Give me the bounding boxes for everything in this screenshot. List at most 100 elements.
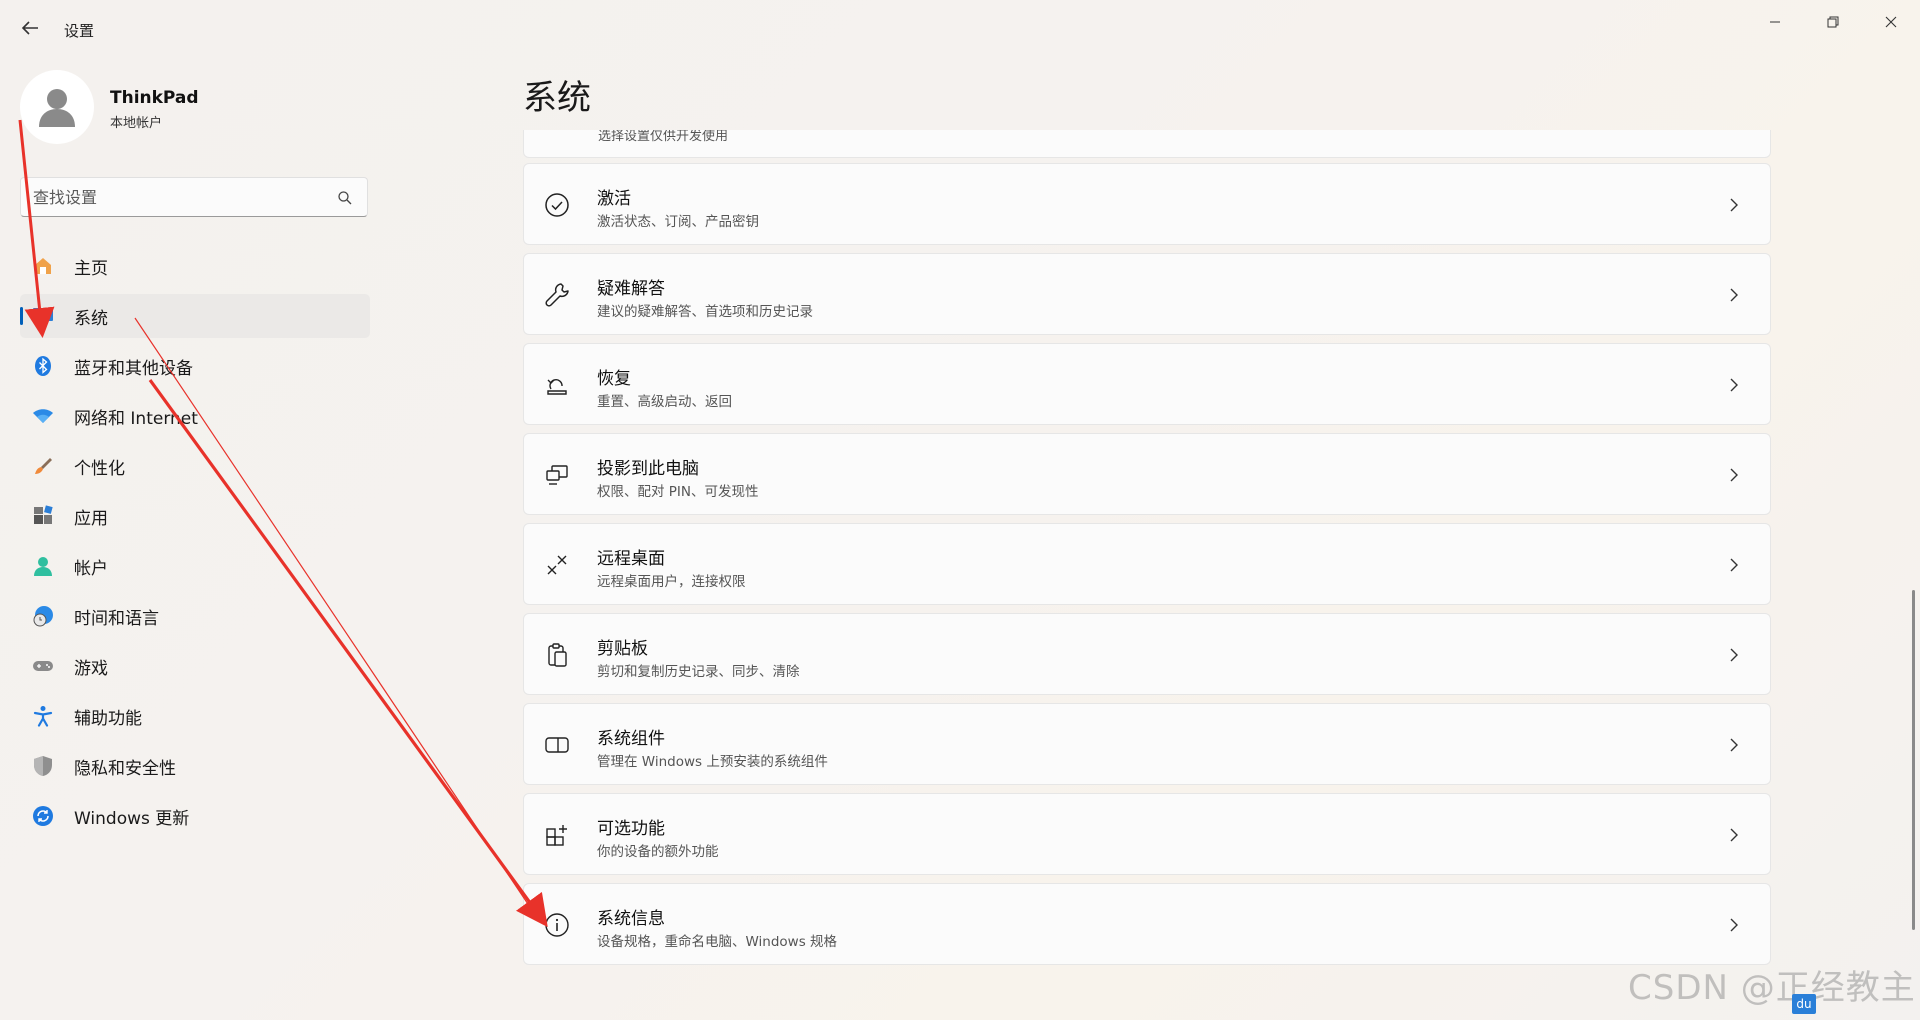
settings-card-project-to-pc[interactable]: 投影到此电脑 权限、配对 PIN、可发现性 bbox=[523, 433, 1771, 515]
sidebar-item-personalization[interactable]: 个性化 bbox=[20, 444, 370, 488]
check-circle-icon bbox=[545, 193, 569, 217]
sidebar-item-home[interactable]: 主页 bbox=[20, 244, 370, 288]
settings-card-remote-desktop[interactable]: 远程桌面 远程桌面用户，连接权限 bbox=[523, 523, 1771, 605]
apps-icon bbox=[32, 505, 54, 527]
globe-clock-icon bbox=[32, 605, 54, 627]
card-title: 投影到此电脑 bbox=[597, 459, 699, 479]
sidebar-item-network[interactable]: 网络和 Internet bbox=[20, 394, 370, 438]
project-icon bbox=[546, 465, 568, 485]
components-icon bbox=[545, 737, 569, 753]
account-icon bbox=[32, 555, 54, 577]
settings-list: 选择设置仅供开发使用 激活 激活状态、订阅、产品密钥 疑难解答 建议的疑难解答、… bbox=[523, 130, 1773, 1020]
card-subtitle: 权限、配对 PIN、可发现性 bbox=[597, 484, 759, 500]
card-title: 激活 bbox=[597, 189, 631, 209]
user-icon bbox=[39, 89, 75, 127]
sidebar-item-system[interactable]: 系统 bbox=[20, 294, 370, 338]
info-icon bbox=[545, 913, 569, 937]
sidebar-item-accessibility[interactable]: 辅助功能 bbox=[20, 694, 370, 738]
search-box[interactable] bbox=[20, 177, 368, 217]
card-subtitle: 设备规格，重命名电脑、Windows 规格 bbox=[597, 934, 838, 950]
card-title: 远程桌面 bbox=[597, 549, 665, 569]
page-title: 系统 bbox=[523, 78, 591, 118]
settings-card-optional-features[interactable]: 可选功能 你的设备的额外功能 bbox=[523, 793, 1771, 875]
restore-icon bbox=[1827, 16, 1839, 28]
chevron-right-icon bbox=[1730, 558, 1738, 572]
sidebar-item-time-language[interactable]: 时间和语言 bbox=[20, 594, 370, 638]
card-title: 疑难解答 bbox=[597, 279, 665, 299]
sidebar-item-label: 网络和 Internet bbox=[74, 408, 198, 429]
wrench-icon bbox=[545, 283, 569, 307]
system-icon bbox=[32, 305, 54, 327]
sidebar-item-accounts[interactable]: 帐户 bbox=[20, 544, 370, 588]
optional-features-icon bbox=[546, 825, 567, 846]
scrollbar[interactable] bbox=[1912, 590, 1915, 930]
card-subtitle: 剪切和复制历史记录、同步、清除 bbox=[597, 664, 800, 680]
recovery-icon bbox=[547, 379, 567, 395]
brush-icon bbox=[32, 455, 54, 477]
update-icon bbox=[32, 805, 54, 827]
back-button[interactable] bbox=[18, 16, 42, 40]
home-icon bbox=[32, 255, 54, 277]
wifi-icon bbox=[32, 405, 54, 427]
du-badge: du bbox=[1792, 994, 1816, 1014]
card-subtitle: 远程桌面用户，连接权限 bbox=[597, 574, 746, 590]
sidebar-item-label: 时间和语言 bbox=[74, 608, 159, 629]
profile-name: ThinkPad bbox=[110, 88, 199, 108]
settings-card-recovery[interactable]: 恢复 重置、高级启动、返回 bbox=[523, 343, 1771, 425]
card-title: 系统组件 bbox=[597, 729, 665, 749]
avatar[interactable] bbox=[20, 70, 94, 144]
card-subtitle: 你的设备的额外功能 bbox=[597, 844, 719, 860]
card-title: 系统信息 bbox=[597, 909, 665, 929]
settings-card-clipboard[interactable]: 剪贴板 剪切和复制历史记录、同步、清除 bbox=[523, 613, 1771, 695]
search-icon[interactable] bbox=[337, 190, 353, 206]
sidebar-item-windows-update[interactable]: Windows 更新 bbox=[20, 794, 370, 838]
clipboard-icon bbox=[548, 643, 567, 667]
card-subtitle: 重置、高级启动、返回 bbox=[597, 394, 732, 410]
settings-card-about[interactable]: 系统信息 设备规格，重命名电脑、Windows 规格 bbox=[523, 883, 1771, 965]
sidebar-item-label: Windows 更新 bbox=[74, 808, 190, 829]
gamepad-icon bbox=[32, 655, 54, 677]
sidebar-item-label: 系统 bbox=[74, 308, 108, 329]
chevron-right-icon bbox=[1730, 468, 1738, 482]
close-icon bbox=[1885, 16, 1897, 28]
chevron-right-icon bbox=[1730, 648, 1738, 662]
chevron-right-icon bbox=[1730, 918, 1738, 932]
settings-card-partial[interactable]: 选择设置仅供开发使用 bbox=[523, 130, 1771, 158]
sidebar-item-label: 蓝牙和其他设备 bbox=[74, 358, 193, 379]
restore-button[interactable] bbox=[1813, 8, 1853, 36]
card-title: 恢复 bbox=[597, 369, 631, 389]
sidebar-item-label: 帐户 bbox=[74, 558, 108, 579]
close-button[interactable] bbox=[1871, 8, 1911, 36]
remote-desktop-icon bbox=[547, 555, 567, 575]
title-bar: 设置 bbox=[0, 0, 1920, 60]
search-input[interactable] bbox=[33, 186, 333, 208]
minimize-icon bbox=[1770, 21, 1780, 23]
chevron-right-icon bbox=[1730, 288, 1738, 302]
shield-icon bbox=[32, 755, 54, 777]
chevron-right-icon bbox=[1730, 378, 1738, 392]
app-title: 设置 bbox=[64, 22, 95, 40]
minimize-button[interactable] bbox=[1755, 8, 1795, 36]
settings-card-system-components[interactable]: 系统组件 管理在 Windows 上预安装的系统组件 bbox=[523, 703, 1771, 785]
sidebar-item-apps[interactable]: 应用 bbox=[20, 494, 370, 538]
settings-card-troubleshoot[interactable]: 疑难解答 建议的疑难解答、首选项和历史记录 bbox=[523, 253, 1771, 335]
chevron-right-icon bbox=[1730, 738, 1738, 752]
sidebar-item-privacy[interactable]: 隐私和安全性 bbox=[20, 744, 370, 788]
card-subtitle: 管理在 Windows 上预安装的系统组件 bbox=[597, 754, 828, 770]
settings-card-activation[interactable]: 激活 激活状态、订阅、产品密钥 bbox=[523, 163, 1771, 245]
active-indicator bbox=[20, 307, 23, 325]
chevron-right-icon bbox=[1730, 828, 1738, 842]
card-subtitle: 激活状态、订阅、产品密钥 bbox=[597, 214, 759, 230]
sidebar-item-bluetooth[interactable]: 蓝牙和其他设备 bbox=[20, 344, 370, 388]
watermark: CSDN @正经教主 bbox=[1628, 968, 1916, 1008]
sidebar-item-label: 应用 bbox=[74, 508, 108, 529]
profile-account-type: 本地帐户 bbox=[110, 116, 163, 131]
accessibility-icon bbox=[32, 705, 54, 727]
sidebar-item-gaming[interactable]: 游戏 bbox=[20, 644, 370, 688]
arrow-left-icon bbox=[21, 21, 38, 35]
card-subtitle: 建议的疑难解答、首选项和历史记录 bbox=[597, 304, 813, 320]
bluetooth-icon bbox=[32, 355, 54, 377]
sidebar-item-label: 辅助功能 bbox=[74, 708, 142, 729]
chevron-right-icon bbox=[1730, 198, 1738, 212]
card-subtitle: 选择设置仅供开发使用 bbox=[598, 130, 729, 144]
